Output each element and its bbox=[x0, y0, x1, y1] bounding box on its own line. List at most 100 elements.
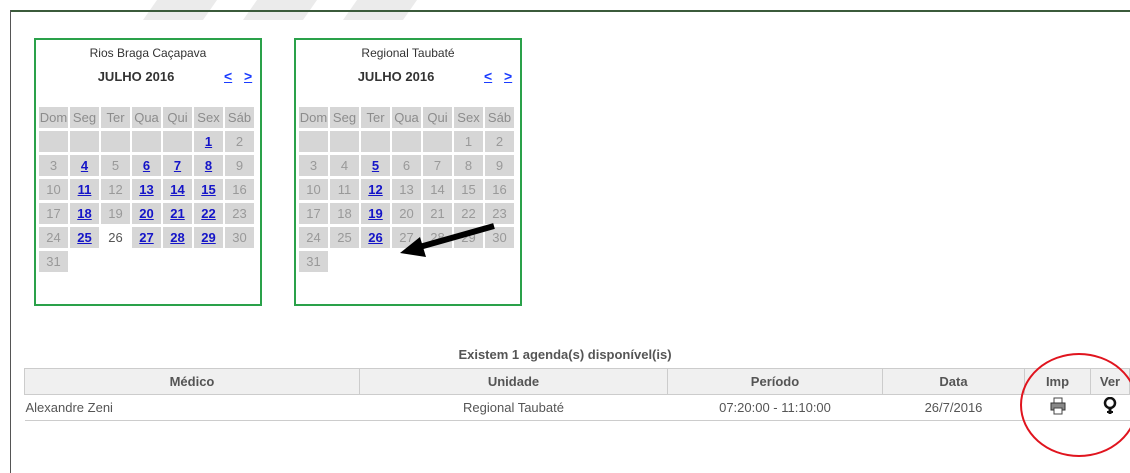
col-unidade: Unidade bbox=[359, 368, 668, 395]
calendar-day-link[interactable]: 15 bbox=[194, 179, 223, 200]
calendar-day: 6 bbox=[392, 155, 421, 176]
unidade-cell: Regional Taubaté bbox=[359, 394, 668, 421]
calendar-day: 18 bbox=[330, 203, 359, 224]
agenda-table: Médico Unidade Período Data Imp Ver Alex… bbox=[24, 368, 1130, 421]
calendar-day: 16 bbox=[485, 179, 514, 200]
left-rule bbox=[10, 10, 11, 473]
weekday-header: Qui bbox=[163, 107, 192, 128]
calendar-day: 10 bbox=[39, 179, 68, 200]
calendar-day: 14 bbox=[423, 179, 452, 200]
col-data: Data bbox=[882, 368, 1025, 395]
calendar-day: 16 bbox=[225, 179, 254, 200]
calendar-day-link[interactable]: 14 bbox=[163, 179, 192, 200]
calendar-day: 24 bbox=[39, 227, 68, 248]
calendar-day: 24 bbox=[299, 227, 328, 248]
calendar-day: 9 bbox=[225, 155, 254, 176]
calendar-day: 19 bbox=[101, 203, 130, 224]
calendar-month-title: JULHO 2016 bbox=[357, 69, 435, 84]
calendar-day: 7 bbox=[423, 155, 452, 176]
highlight-circle-annotation bbox=[1020, 353, 1130, 457]
prev-month-link[interactable]: < bbox=[484, 68, 492, 84]
calendar-day: 3 bbox=[39, 155, 68, 176]
calendar-day-link[interactable]: 5 bbox=[361, 155, 390, 176]
calendar-day-link[interactable]: 27 bbox=[132, 227, 161, 248]
calendar-day: 15 bbox=[454, 179, 483, 200]
calendar-empty-cell bbox=[39, 131, 68, 152]
calendar-day-link[interactable]: 6 bbox=[132, 155, 161, 176]
calendar-day: 2 bbox=[225, 131, 254, 152]
calendar-empty-cell bbox=[392, 131, 421, 152]
col-periodo: Período bbox=[667, 368, 883, 395]
prev-month-link[interactable]: < bbox=[224, 68, 232, 84]
calendar-day: 2 bbox=[485, 131, 514, 152]
calendar-day: 4 bbox=[330, 155, 359, 176]
calendar-day: 13 bbox=[392, 179, 421, 200]
calendar-empty-cell bbox=[101, 131, 130, 152]
calendar-day-link[interactable]: 19 bbox=[361, 203, 390, 224]
calendar-day-link[interactable]: 11 bbox=[70, 179, 99, 200]
weekday-header: Dom bbox=[299, 107, 328, 128]
weekday-header: Dom bbox=[39, 107, 68, 128]
table-row: Alexandre Zeni Regional Taubaté 07:20:00… bbox=[24, 394, 1130, 421]
calendar-unit-name: Regional Taubaté bbox=[361, 46, 455, 60]
calendar-day: 10 bbox=[299, 179, 328, 200]
weekday-header: Ter bbox=[361, 107, 390, 128]
calendar-empty-cell bbox=[70, 131, 99, 152]
col-medico: Médico bbox=[24, 368, 360, 395]
calendar-day-link[interactable]: 12 bbox=[361, 179, 390, 200]
calendar-day: 25 bbox=[330, 227, 359, 248]
calendar-unit-name: Rios Braga Caçapava bbox=[89, 46, 207, 60]
calendar-day: 26 bbox=[101, 227, 130, 248]
calendar-day: 30 bbox=[225, 227, 254, 248]
calendar-day-link[interactable]: 18 bbox=[70, 203, 99, 224]
pointer-arrow-annotation bbox=[400, 223, 495, 257]
calendar-day-link[interactable]: 4 bbox=[70, 155, 99, 176]
calendar-day-link[interactable]: 21 bbox=[163, 203, 192, 224]
calendar-day-link[interactable]: 26 bbox=[361, 227, 390, 248]
calendar-empty-cell bbox=[132, 131, 161, 152]
calendar-day: 8 bbox=[454, 155, 483, 176]
weekday-header: Ter bbox=[101, 107, 130, 128]
agenda-header-row: Médico Unidade Período Data Imp Ver bbox=[24, 368, 1130, 395]
agenda-count-caption: Existem 1 agenda(s) disponível(is) bbox=[458, 347, 672, 362]
weekday-header: Sex bbox=[454, 107, 483, 128]
weekday-header: Seg bbox=[70, 107, 99, 128]
weekday-header: Sáb bbox=[485, 107, 514, 128]
calendar-day-link[interactable]: 22 bbox=[194, 203, 223, 224]
calendar-day-link[interactable]: 13 bbox=[132, 179, 161, 200]
calendar-day-link[interactable]: 7 bbox=[163, 155, 192, 176]
calendar-day: 3 bbox=[299, 155, 328, 176]
weekday-header: Seg bbox=[330, 107, 359, 128]
calendar-day: 23 bbox=[225, 203, 254, 224]
calendar-empty-cell bbox=[299, 131, 328, 152]
calendar-grid: Dom Seg Ter Qua Qui Sex Sáb 1 2 3 4 5 6 7 8 9 10 11 12 13 14… bbox=[39, 107, 256, 275]
calendar-day-link[interactable]: 28 bbox=[163, 227, 192, 248]
calendar-day: 11 bbox=[330, 179, 359, 200]
calendar-day-link[interactable]: 29 bbox=[194, 227, 223, 248]
calendar-day-link[interactable]: 1 bbox=[194, 131, 223, 152]
calendar-day: 31 bbox=[299, 251, 328, 272]
calendar-empty-cell bbox=[423, 131, 452, 152]
weekday-header: Qui bbox=[423, 107, 452, 128]
medico-cell: Alexandre Zeni bbox=[24, 394, 360, 421]
periodo-cell: 07:20:00 - 11:10:00 bbox=[667, 394, 883, 421]
calendar-day: 1 bbox=[454, 131, 483, 152]
weekday-header: Sex bbox=[194, 107, 223, 128]
calendar-empty-cell bbox=[361, 131, 390, 152]
weekday-header: Qua bbox=[132, 107, 161, 128]
calendar-empty-cell bbox=[330, 131, 359, 152]
weekday-header: Sáb bbox=[225, 107, 254, 128]
calendar-day: 17 bbox=[39, 203, 68, 224]
calendar-day: 9 bbox=[485, 155, 514, 176]
calendar-day-link[interactable]: 8 bbox=[194, 155, 223, 176]
calendar-rios-braga: Rios Braga Caçapava JULHO 2016 < > Dom Se… bbox=[34, 38, 262, 306]
weekday-header: Qua bbox=[392, 107, 421, 128]
next-month-link[interactable]: > bbox=[244, 68, 252, 84]
calendar-month-title: JULHO 2016 bbox=[97, 69, 175, 84]
calendar-day-link[interactable]: 25 bbox=[70, 227, 99, 248]
calendar-day-link[interactable]: 20 bbox=[132, 203, 161, 224]
next-month-link[interactable]: > bbox=[504, 68, 512, 84]
calendar-regional-taubate: Regional Taubaté JULHO 2016 < > Dom Seg Te… bbox=[294, 38, 522, 306]
calendar-day: 31 bbox=[39, 251, 68, 272]
calendar-day: 17 bbox=[299, 203, 328, 224]
